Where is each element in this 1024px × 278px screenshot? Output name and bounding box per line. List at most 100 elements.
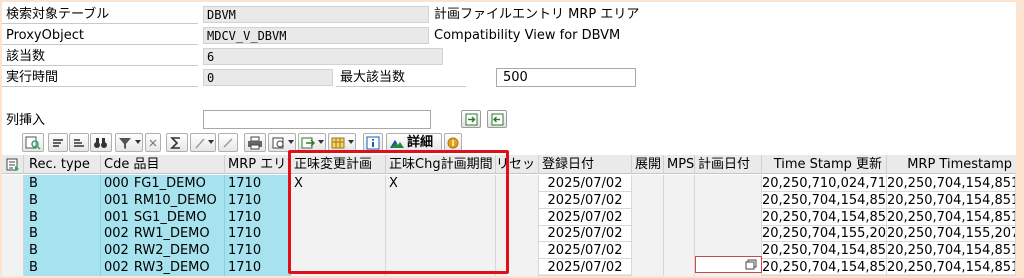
table-row[interactable]: B 002 RW3_DEMO 1710 2025/07/02 20,250,704,154… xyxy=(2,259,1016,276)
sort-ascending-button[interactable] xyxy=(48,133,68,152)
cell-timestamp[interactable]: 20,250,704,154,851 xyxy=(762,191,887,209)
row-selector[interactable] xyxy=(2,259,24,276)
cell-mrp-area[interactable]: 1710 xyxy=(225,191,291,209)
table-row[interactable]: B 002 RW1_DEMO 1710 2025/07/02 20,250,704,155… xyxy=(2,225,1016,243)
cell-mrp-timestamp[interactable]: 20,250,704,154,851 xyxy=(887,208,1016,226)
max-hits-input[interactable]: 500 xyxy=(496,68,636,87)
cell-mps[interactable] xyxy=(664,259,695,276)
row-selector[interactable] xyxy=(2,191,24,209)
hit-count-field[interactable]: 6 xyxy=(203,48,443,65)
select-all-cell[interactable] xyxy=(2,155,24,174)
cell-cde-item[interactable]: 001 RM10_DEMO xyxy=(101,191,225,209)
cell-reg-date[interactable]: 2025/07/02 xyxy=(539,225,632,243)
cell-timestamp[interactable]: 20,250,704,154,851 xyxy=(762,208,887,226)
cell-mrp-area[interactable]: 1710 xyxy=(225,208,291,226)
cell-plan-date[interactable] xyxy=(695,175,762,192)
col-header-mrp-area[interactable]: MRP エリア xyxy=(225,155,291,174)
cell-mps[interactable] xyxy=(664,191,695,209)
cell-explode[interactable] xyxy=(632,225,664,243)
hit-count-label: 該当数 xyxy=(2,48,198,66)
cell-mrp-area[interactable]: 1710 xyxy=(225,225,291,243)
cell-mps[interactable] xyxy=(664,242,695,260)
print-button[interactable] xyxy=(244,133,266,152)
cell-reg-date[interactable]: 2025/07/02 xyxy=(539,259,632,276)
cell-explode[interactable] xyxy=(632,242,664,260)
cell-timestamp[interactable]: 20,250,710,024,715 xyxy=(762,175,887,192)
cell-reg-date[interactable]: 2025/07/02 xyxy=(539,242,632,260)
cell-mrp-timestamp[interactable]: 20,250,704,154,851 xyxy=(887,175,1016,192)
search-table-field[interactable]: DBVM xyxy=(203,6,429,23)
cell-rec-type[interactable]: B xyxy=(24,191,101,209)
row-selector[interactable] xyxy=(2,175,24,192)
row-selector[interactable] xyxy=(2,225,24,243)
cell-cde: 001 xyxy=(104,192,129,208)
cell-explode[interactable] xyxy=(632,175,664,192)
cell-plan-date[interactable] xyxy=(695,191,762,209)
cell-mrp-timestamp[interactable]: 20,250,704,154,851 xyxy=(887,259,1016,276)
insert-column-button[interactable] xyxy=(461,110,481,128)
col-header-mrp-timestamp[interactable]: MRP Timestamp xyxy=(887,155,1016,174)
table-row[interactable]: B 001 SG1_DEMO 1710 2025/07/02 20,250,704,154… xyxy=(2,208,1016,226)
find-button[interactable] xyxy=(90,133,112,152)
cell-cde-item[interactable]: 002 RW2_DEMO xyxy=(101,242,225,260)
insert-column-input[interactable] xyxy=(203,110,431,129)
col-header-explode[interactable]: 展開 xyxy=(632,155,664,174)
proxy-object-field[interactable]: MDCV_V_DBVM xyxy=(203,27,429,44)
cell-explode[interactable] xyxy=(632,259,664,276)
table-row[interactable]: B 002 RW2_DEMO 1710 2025/07/02 20,250,704,154… xyxy=(2,242,1016,260)
row-selector[interactable] xyxy=(2,242,24,260)
change-layout-button[interactable] xyxy=(218,133,238,152)
col-header-mps[interactable]: MPS xyxy=(664,155,695,174)
cell-rec-type[interactable]: B xyxy=(24,208,101,226)
cell-mps[interactable] xyxy=(664,225,695,243)
highlight-box xyxy=(288,150,509,274)
cell-rec-type[interactable]: B xyxy=(24,175,101,192)
cell-plan-date[interactable] xyxy=(695,208,762,226)
col-header-cde-item[interactable]: Cde 品目 xyxy=(101,155,225,174)
cell-mrp-timestamp[interactable]: 20,250,704,155,207 xyxy=(887,225,1016,243)
cell-mrp-area[interactable]: 1710 xyxy=(225,242,291,260)
cell-plan-date[interactable] xyxy=(695,225,762,243)
cell-reg-date[interactable]: 2025/07/02 xyxy=(539,191,632,209)
details-view-button[interactable] xyxy=(22,133,44,152)
cell-cde-item[interactable]: 001 SG1_DEMO xyxy=(101,208,225,226)
cell-timestamp[interactable]: 20,250,704,154,851 xyxy=(762,259,887,276)
table-row[interactable]: B 000 FG1_DEMO 1710 X X 2025/07/02 20,250,710,0… xyxy=(2,175,1016,192)
filter-button[interactable] xyxy=(115,133,143,152)
cell-mrp-area[interactable]: 1710 xyxy=(225,259,291,276)
cell-mrp-area[interactable]: 1710 xyxy=(225,175,291,192)
total-button[interactable] xyxy=(166,133,188,152)
sort-descending-button[interactable] xyxy=(69,133,89,152)
col-header-reg-date[interactable]: 登録日付 xyxy=(539,155,632,174)
value-help-icon[interactable] xyxy=(745,259,757,270)
cell-cde-item[interactable]: 002 RW1_DEMO xyxy=(101,225,225,243)
col-header-rec-type[interactable]: Rec. type xyxy=(24,155,101,174)
col-header-timestamp[interactable]: Time Stamp 更新 xyxy=(762,155,887,174)
cell-reg-date[interactable]: 2025/07/02 xyxy=(539,175,632,192)
row-selector[interactable] xyxy=(2,208,24,226)
cell-explode[interactable] xyxy=(632,191,664,209)
cell-mrp-timestamp[interactable]: 20,250,704,154,851 xyxy=(887,242,1016,260)
cell-mps[interactable] xyxy=(664,175,695,192)
cell-rec-type[interactable]: B xyxy=(24,259,101,276)
cell-timestamp[interactable]: 20,250,704,154,851 xyxy=(762,242,887,260)
cell-mps[interactable] xyxy=(664,208,695,226)
cell-cde-item[interactable]: 000 FG1_DEMO xyxy=(101,175,225,192)
plan-date-active-cell[interactable] xyxy=(695,256,762,273)
cell-reg-date[interactable]: 2025/07/02 xyxy=(539,208,632,226)
cell-item: RW2_DEMO xyxy=(133,243,210,259)
runtime-field[interactable]: 0 xyxy=(203,69,333,86)
cell-explode[interactable] xyxy=(632,208,664,226)
subtotal-button[interactable] xyxy=(190,133,216,152)
layout-icon xyxy=(223,138,233,148)
cell-rec-type[interactable]: B xyxy=(24,225,101,243)
col-header-plan-date[interactable]: 計画日付 xyxy=(695,155,762,174)
insert-column-icon xyxy=(465,113,478,126)
remove-column-button[interactable] xyxy=(487,110,507,128)
filter-delete-button[interactable] xyxy=(145,133,161,152)
cell-cde-item[interactable]: 002 RW3_DEMO xyxy=(101,259,225,276)
table-row[interactable]: B 001 RM10_DEMO 1710 2025/07/02 20,250,704,15… xyxy=(2,191,1016,209)
cell-mrp-timestamp[interactable]: 20,250,704,154,851 xyxy=(887,191,1016,209)
cell-timestamp[interactable]: 20,250,704,155,207 xyxy=(762,225,887,243)
cell-rec-type[interactable]: B xyxy=(24,242,101,260)
